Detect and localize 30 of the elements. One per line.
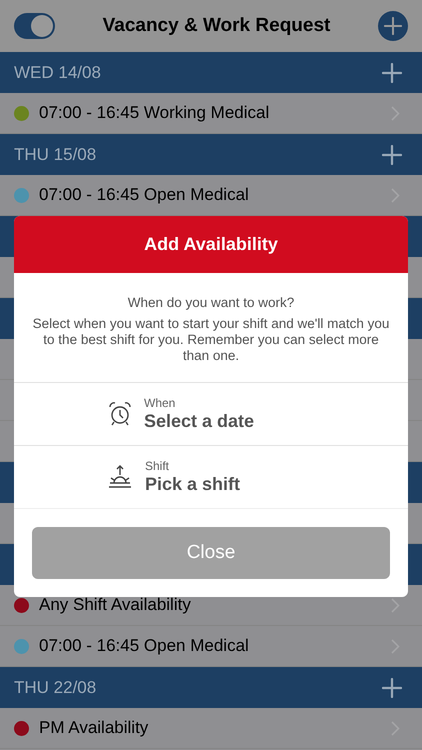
option-label: When — [144, 396, 176, 410]
dialog-question: When do you want to work? — [126, 295, 296, 311]
add-button[interactable] — [382, 62, 402, 82]
plus-icon — [384, 17, 402, 35]
sunrise-icon — [107, 464, 133, 490]
shift-text: 07:00 - 16:45 Working Medical — [39, 102, 270, 124]
page-title: Vacancy & Work Request — [102, 14, 330, 38]
dialog-message: Select when you want to start your shift and we'll match you to the best shift for you. Remember you can select more than one. — [32, 316, 390, 364]
shift-text: PM Availability — [39, 717, 150, 740]
alarm-clock-icon — [108, 401, 132, 427]
add-button[interactable] — [382, 678, 402, 698]
option-row[interactable]: Shift Pick a shift — [14, 445, 408, 508]
plus-icon — [382, 144, 402, 164]
toggle-switch[interactable] — [14, 13, 55, 39]
option-label: Shift — [145, 459, 170, 473]
option-value: Pick a shift — [145, 473, 242, 495]
chevron-icon — [391, 598, 400, 612]
add-button[interactable] — [382, 144, 402, 164]
option-value: Select a date — [144, 410, 256, 432]
shift-text: Any Shift Availability — [39, 594, 192, 616]
date-label: THU 15/08 — [14, 144, 96, 166]
date-label: WED 14/08 — [14, 62, 101, 84]
option-row[interactable]: When Select a date — [14, 382, 408, 445]
plus-icon — [382, 678, 402, 698]
dialog-title: Add Availability — [144, 233, 278, 256]
shift-text: 07:00 - 16:45 Open Medical — [39, 184, 250, 206]
shift-text: 07:00 - 16:45 Open Medical — [39, 635, 250, 658]
date-label: THU 22/08 — [14, 676, 96, 699]
plus-icon — [382, 62, 402, 82]
add-button[interactable] — [378, 11, 408, 41]
